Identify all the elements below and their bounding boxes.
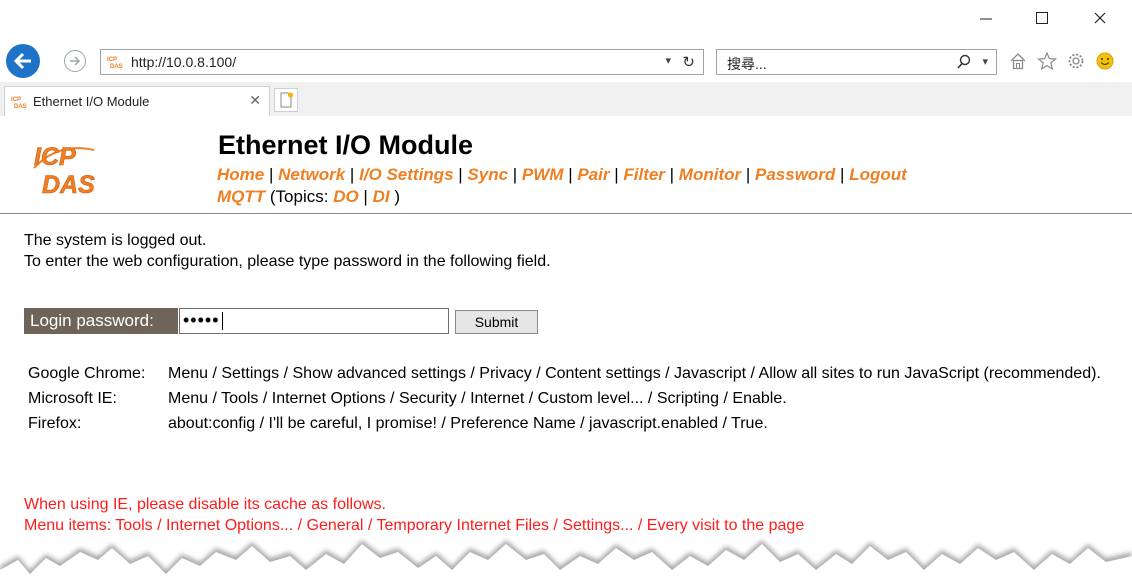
browser-path: about:config / I'll be careful, I promis… — [168, 415, 768, 432]
smiley-feedback-icon[interactable] — [1092, 48, 1117, 74]
nav-sync[interactable]: Sync — [467, 165, 508, 184]
back-button[interactable] — [6, 44, 40, 78]
text-caret — [221, 312, 223, 331]
tab-title[interactable]: Ethernet I/O Module — [33, 94, 149, 109]
nav-mqtt-do[interactable]: DO — [333, 187, 359, 206]
nav-pwm[interactable]: PWM — [522, 165, 564, 184]
login-instruction: To enter the web configuration, please t… — [24, 253, 551, 270]
password-value[interactable]: ••••• — [183, 310, 220, 330]
mqtt-topics-close: ) — [394, 187, 400, 206]
browser-row-firefox: Firefox: about:config / I'll be careful,… — [28, 414, 1123, 433]
icp-das-logo: ICP DAS — [33, 143, 95, 198]
nav-io-settings[interactable]: I/O Settings — [359, 165, 453, 184]
main-nav: Home | Network | I/O Settings | Sync | P… — [217, 165, 907, 206]
ie-cache-warning: When using IE, please disable its cache … — [24, 496, 386, 513]
browser-row-ie: Microsoft IE: Menu / Tools / Internet Op… — [28, 389, 1123, 408]
toolbar-icons — [1005, 48, 1117, 76]
mqtt-topics-prefix: (Topics: — [269, 187, 329, 206]
browser-path: Menu / Tools / Internet Options / Securi… — [168, 390, 787, 407]
password-field[interactable]: ••••• — [179, 308, 449, 334]
nav-pair[interactable]: Pair — [577, 165, 609, 184]
logo-text-das: DAS — [42, 171, 95, 198]
nav-logout[interactable]: Logout — [849, 165, 907, 184]
browser-name: Firefox: — [28, 415, 82, 432]
search-placeholder[interactable]: 搜尋... — [727, 54, 767, 74]
nav-mqtt-di[interactable]: DI — [373, 187, 390, 206]
nav-monitor[interactable]: Monitor — [679, 165, 741, 184]
browser-name: Microsoft IE: — [28, 390, 117, 407]
browser-row-chrome: Google Chrome: Menu / Settings / Show ad… — [28, 364, 1123, 383]
favorites-star-icon[interactable] — [1034, 48, 1059, 74]
new-tab-icon — [280, 92, 293, 108]
svg-text:ICP: ICP — [11, 97, 21, 103]
navigation-bar: ICP DAS http://10.0.8.100/ ▾ ↻ 搜尋... ▾ — [0, 42, 1132, 82]
close-icon[interactable] — [1080, 4, 1120, 32]
logo-text-icp: ICP — [34, 143, 76, 171]
address-dropdown-icon[interactable]: ▾ — [665, 54, 671, 67]
tab-favicon-icon: ICP DAS — [11, 97, 27, 109]
browser-instructions: Google Chrome: Menu / Settings / Show ad… — [28, 364, 1123, 439]
back-arrow-icon — [13, 52, 31, 70]
tab-ethernet-io-module[interactable]: ICP DAS Ethernet I/O Module ✕ — [4, 86, 270, 116]
address-bar[interactable]: ICP DAS http://10.0.8.100/ ▾ ↻ — [100, 49, 704, 75]
submit-button[interactable]: Submit — [455, 310, 538, 334]
search-dropdown-icon[interactable]: ▾ — [982, 55, 988, 68]
header-divider — [0, 213, 1132, 214]
forward-arrow-icon — [70, 56, 81, 66]
page-title: Ethernet I/O Module — [218, 130, 474, 160]
svg-text:DAS: DAS — [110, 64, 123, 69]
url-text[interactable]: http://10.0.8.100/ — [131, 54, 236, 70]
svg-text:DAS: DAS — [14, 104, 27, 109]
nav-home[interactable]: Home — [217, 165, 264, 184]
nav-password[interactable]: Password — [755, 165, 835, 184]
browser-window: ICP DAS http://10.0.8.100/ ▾ ↻ 搜尋... ▾ I… — [0, 0, 1132, 586]
new-tab-button[interactable] — [274, 88, 298, 112]
browser-name: Google Chrome: — [28, 365, 146, 382]
nav-filter[interactable]: Filter — [623, 165, 665, 184]
nav-network[interactable]: Network — [278, 165, 345, 184]
svg-text:ICP: ICP — [107, 57, 117, 63]
tab-close-icon[interactable]: ✕ — [249, 92, 261, 109]
site-favicon-icon: ICP DAS — [107, 55, 123, 69]
minimize-icon[interactable] — [966, 4, 1006, 32]
browser-path: Menu / Settings / Show advanced settings… — [168, 365, 1101, 382]
refresh-icon[interactable]: ↻ — [682, 53, 695, 71]
forward-button[interactable] — [64, 50, 86, 72]
torn-edge-decoration — [0, 540, 1132, 586]
title-bar — [0, 0, 1132, 42]
login-password-label: Login password: — [24, 308, 178, 334]
maximize-icon[interactable] — [1022, 4, 1062, 32]
tab-strip: ICP DAS Ethernet I/O Module ✕ — [0, 82, 1132, 117]
settings-gear-icon[interactable] — [1063, 48, 1088, 74]
nav-mqtt[interactable]: MQTT — [217, 187, 265, 206]
search-box[interactable]: 搜尋... ▾ — [716, 49, 997, 75]
home-icon[interactable] — [1005, 48, 1030, 74]
logout-status: The system is logged out. — [24, 232, 207, 249]
search-icon[interactable] — [956, 54, 972, 70]
web-page: ICP DAS Ethernet I/O Module Home | Netwo… — [0, 116, 1132, 586]
